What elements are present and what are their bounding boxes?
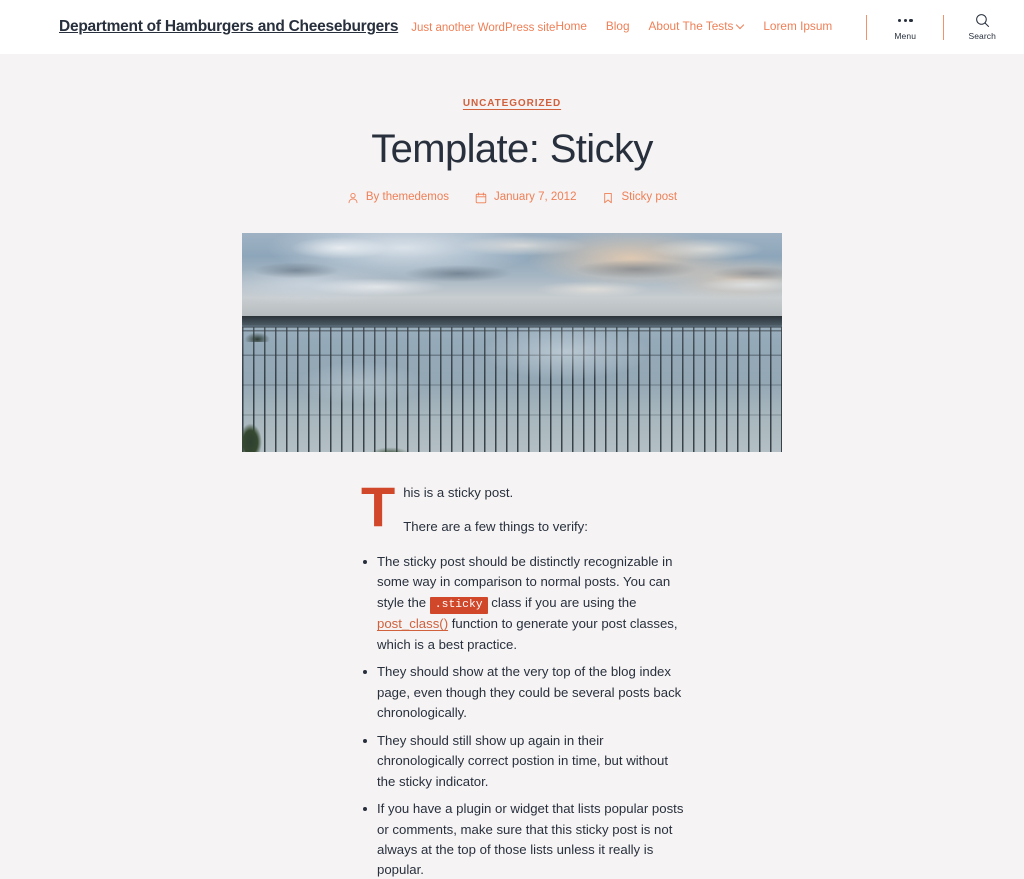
intro-paragraph: T his is a sticky post.	[361, 479, 685, 535]
bookmark-icon	[602, 192, 614, 204]
primary-navigation: Home Blog About The Tests Lorem Ipsum	[555, 19, 850, 34]
site-branding: Department of Hamburgers and Cheeseburge…	[59, 19, 555, 35]
list-item-text: They should show at the very top of the …	[377, 664, 682, 721]
header-right: Home Blog About The Tests Lorem Ipsum Me…	[555, 0, 1004, 54]
search-button[interactable]: Search	[960, 13, 1004, 41]
post-meta-author: By themedemos	[347, 192, 449, 204]
nav-item-home-label: Home	[555, 19, 587, 34]
page-title: Template: Sticky	[371, 127, 653, 171]
foreground-bush	[242, 410, 266, 452]
post-meta-date: January 7, 2012	[475, 192, 576, 204]
post-meta-tag: Sticky post	[602, 192, 677, 204]
post-meta: By themedemos January 7, 2012 Sticky pos…	[0, 192, 1024, 204]
post-tag-link[interactable]: Sticky post	[621, 192, 677, 204]
foreground-grass	[360, 438, 420, 452]
main-content: UNCATEGORIZED Template: Sticky By themed…	[0, 54, 1024, 879]
featured-image	[242, 233, 782, 452]
header-divider-1	[866, 14, 868, 40]
nav-item-lorem-ipsum-label: Lorem Ipsum	[763, 19, 833, 34]
subintro-paragraph: There are a few things to verify:	[403, 519, 588, 535]
post-author-link[interactable]: By themedemos	[366, 192, 449, 204]
post-date-link[interactable]: January 7, 2012	[494, 192, 576, 204]
post-content: T his is a sticky post. There are a few …	[361, 452, 685, 879]
nav-item-about-the-tests[interactable]: About The Tests	[648, 19, 745, 34]
dropcap: T	[361, 475, 396, 538]
list-item-text: If you have a plugin or widget that list…	[377, 801, 684, 878]
site-header: Department of Hamburgers and Cheeseburge…	[0, 0, 1024, 54]
search-icon	[975, 13, 990, 27]
ellipsis-icon	[897, 14, 913, 27]
menu-button-label: Menu	[894, 30, 917, 41]
dropcap-letter: T	[361, 475, 396, 538]
code-sticky-class: .sticky	[429, 596, 488, 614]
cloud-band-low	[242, 276, 782, 298]
site-title[interactable]: Department of Hamburgers and Cheeseburge…	[59, 19, 398, 35]
menu-button[interactable]: Menu	[883, 14, 927, 41]
greenhouse-ridge	[242, 316, 782, 329]
nav-item-blog[interactable]: Blog	[605, 19, 630, 34]
nav-item-lorem-ipsum[interactable]: Lorem Ipsum	[763, 19, 833, 34]
cloud-band-top	[242, 236, 782, 260]
verify-list: The sticky post should be distinctly rec…	[361, 552, 685, 879]
chevron-down-icon[interactable]	[737, 22, 744, 29]
user-icon	[347, 192, 359, 204]
list-item-text-b: class if you are using the	[487, 594, 637, 610]
header-divider-2	[943, 14, 945, 40]
category-link-uncategorized[interactable]: UNCATEGORIZED	[463, 98, 561, 109]
greenhouse-glare	[242, 327, 782, 452]
tree-foliage	[242, 324, 276, 343]
image-sky-layer	[242, 233, 782, 317]
nav-item-home[interactable]: Home	[555, 19, 587, 34]
cloud-band-mid	[242, 257, 782, 283]
search-button-label: Search	[968, 30, 996, 41]
list-item: They should still show up again in their…	[361, 731, 685, 792]
nav-item-blog-label: Blog	[605, 19, 630, 34]
list-item: If you have a plugin or widget that list…	[361, 799, 685, 879]
calendar-icon	[475, 192, 487, 204]
intro-paragraph-text: his is a sticky post.	[403, 485, 514, 500]
post-categories: UNCATEGORIZED	[0, 93, 1024, 111]
image-greenhouse-layer	[242, 316, 782, 452]
post-class-function-link[interactable]: post_class()	[377, 616, 448, 631]
featured-image-wrap	[0, 233, 1024, 452]
site-tagline: Just another WordPress site	[411, 22, 556, 35]
nav-item-about-the-tests-label: About The Tests	[648, 19, 734, 34]
list-item-text: They should still show up again in their…	[377, 732, 669, 789]
list-item: The sticky post should be distinctly rec…	[361, 552, 685, 655]
list-item: They should show at the very top of the …	[361, 662, 685, 723]
